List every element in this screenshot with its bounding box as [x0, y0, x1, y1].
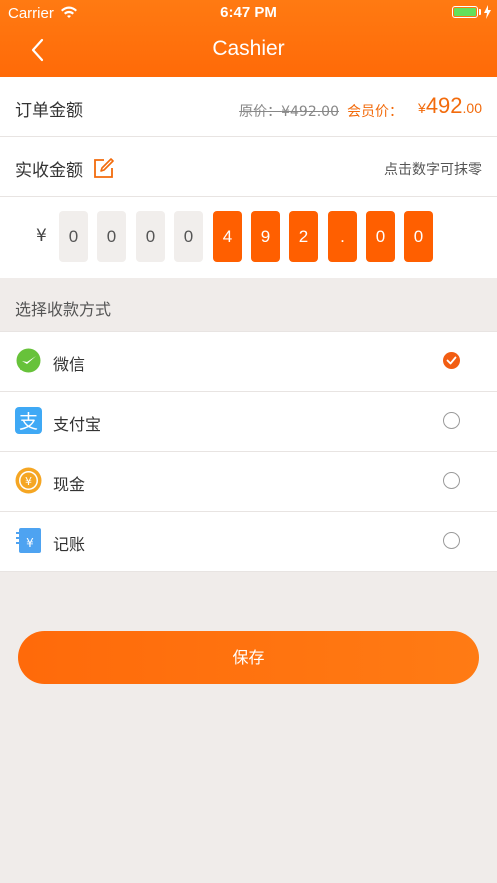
status-time: 6:47 PM — [220, 4, 277, 21]
received-amount-label: 实收金额 — [15, 161, 83, 181]
payment-option-alipay[interactable]: 支 支付宝 — [0, 392, 497, 451]
battery-tip — [479, 9, 481, 15]
payment-method-label: 微信 — [53, 355, 86, 374]
member-price-decimal: .00 — [462, 100, 482, 116]
page-title: Cashier — [212, 37, 285, 60]
amount-digit[interactable]: 0 — [59, 211, 88, 262]
save-button[interactable]: 保存 — [18, 631, 479, 684]
amount-digit[interactable]: 0 — [97, 211, 126, 262]
order-amount-label: 订单金额 — [15, 101, 83, 121]
original-price: 原价：¥492.00 — [239, 101, 339, 121]
amount-digit[interactable]: 0 — [174, 211, 203, 262]
payment-section-title: 选择收款方式 — [15, 300, 112, 319]
svg-text:¥: ¥ — [26, 536, 34, 550]
svg-text:支: 支 — [19, 411, 38, 433]
currency-sign: ¥ — [36, 226, 47, 246]
received-amount-row: 实收金额 点击数字可抹零 — [0, 137, 497, 196]
charging-bolt-icon — [484, 5, 491, 19]
amount-digit[interactable]: . — [328, 211, 357, 262]
battery-icon — [452, 6, 478, 18]
amount-digit[interactable]: 0 — [404, 211, 433, 262]
member-price-label: 会员价： — [347, 104, 403, 120]
wechat-icon — [16, 348, 41, 373]
amount-digit[interactable]: 2 — [289, 211, 318, 262]
svg-text:¥: ¥ — [25, 475, 32, 488]
cash-icon: ¥ — [15, 467, 42, 494]
payment-option-wechat[interactable]: 微信 — [0, 332, 497, 391]
amount-digit[interactable]: 4 — [213, 211, 242, 262]
amount-digit[interactable]: 9 — [251, 211, 280, 262]
payment-method-label: 现金 — [53, 475, 86, 494]
payment-method-label: 支付宝 — [53, 415, 102, 434]
member-price-integer: 492 — [425, 93, 463, 118]
amount-digit-row: ¥ 0 0 0 0 4 9 2 . 0 0 — [0, 197, 497, 278]
payment-method-label: 记账 — [53, 535, 86, 554]
order-amount-row: 订单金额 原价：¥492.00 会员价： ¥492.00 — [0, 77, 497, 136]
member-price: ¥492.00 — [418, 93, 482, 119]
selected-check-icon[interactable] — [443, 352, 460, 369]
original-price-value: ¥492.00 — [281, 104, 339, 120]
nav-header: Carrier 6:47 PM Cashier — [0, 0, 497, 77]
status-bar: Carrier 6:47 PM — [0, 0, 497, 26]
member-price-currency: ¥ — [418, 100, 426, 116]
amount-digit[interactable]: 0 — [136, 211, 165, 262]
round-off-hint: 点击数字可抹零 — [384, 162, 482, 178]
radio-button[interactable] — [443, 472, 460, 489]
original-price-label: 原价： — [239, 104, 282, 120]
radio-button[interactable] — [443, 532, 460, 549]
divider — [0, 571, 497, 572]
payment-option-ledger[interactable]: ¥ 记账 — [0, 512, 497, 571]
edit-icon[interactable] — [93, 158, 114, 179]
amount-digit[interactable]: 0 — [366, 211, 395, 262]
ledger-icon: ¥ — [16, 528, 41, 553]
payment-option-cash[interactable]: ¥ 现金 — [0, 452, 497, 511]
alipay-icon: 支 — [15, 407, 42, 434]
radio-button[interactable] — [443, 412, 460, 429]
